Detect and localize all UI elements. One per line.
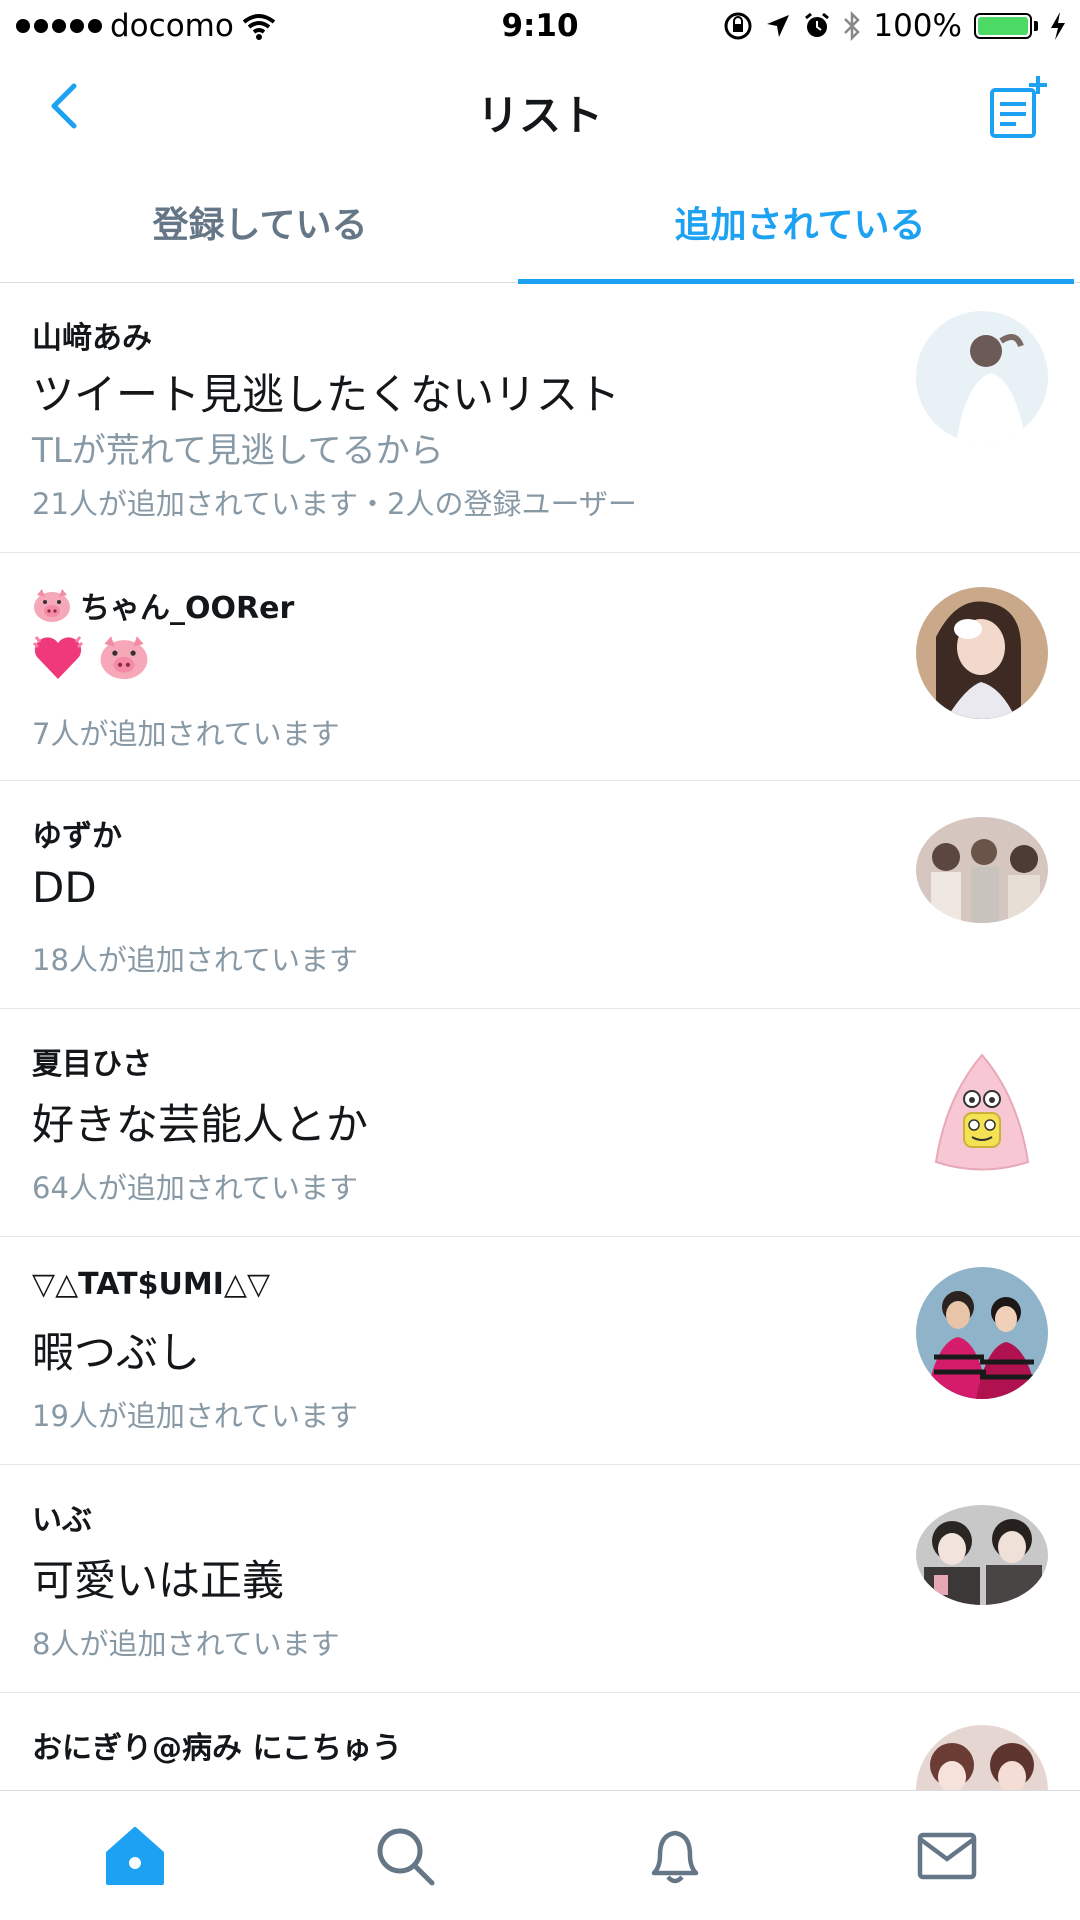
rotation-lock-icon: [724, 12, 752, 40]
pig-face-emoji-icon: [100, 636, 148, 680]
messages-icon: [917, 1832, 977, 1880]
list-owner: 夏目ひさ: [32, 1047, 152, 1082]
bottom-tab-bar: [0, 1790, 1080, 1920]
tab-search[interactable]: [370, 1821, 440, 1891]
screen: docomo 9:10 100% リスト 登録している 追加されている 山﨑あみ…: [0, 0, 1080, 1920]
tab-subscribed[interactable]: 登録している: [0, 170, 520, 282]
list-name: 暇つぶし: [32, 1328, 201, 1377]
avatar: [916, 1047, 1048, 1179]
list-item[interactable]: 山﨑あみ ツイート見逃したくないリスト TLが荒れて見逃してるから 21人が追加…: [0, 283, 1080, 553]
list-owner: ちゃん_OORer: [80, 591, 295, 626]
battery-icon: [974, 13, 1038, 39]
list-name: [32, 633, 150, 681]
list-item[interactable]: 夏目ひさ 好きな芸能人とか 64人が追加されています: [0, 1009, 1080, 1237]
create-list-button[interactable]: [982, 72, 1052, 142]
tab-member-of[interactable]: 追加されている: [520, 170, 1080, 282]
alarm-icon: [805, 12, 830, 37]
avatar: [916, 587, 1048, 719]
list-owner-row: ちゃん_OORer: [32, 583, 294, 627]
avatar: [916, 1267, 1048, 1399]
list-owner: おにぎり@病み にこちゅう: [32, 1731, 402, 1766]
list-owner: 山﨑あみ: [32, 321, 152, 356]
list-name: 可愛いは正義: [32, 1556, 285, 1605]
list-item[interactable]: いぶ 可愛いは正義 8人が追加されています: [0, 1465, 1080, 1693]
tab-notifications[interactable]: [640, 1821, 710, 1891]
list-name: DD: [32, 863, 97, 912]
list-owner: ゆずか: [32, 819, 122, 854]
location-icon: [767, 15, 790, 37]
status-bar: docomo 9:10 100%: [0, 0, 1080, 54]
list-item[interactable]: ▽△TAT$UMI△▽ 暇つぶし 19人が追加されています: [0, 1237, 1080, 1465]
avatar: [916, 817, 1048, 923]
search-icon: [377, 1828, 435, 1886]
list-meta: 19人が追加されています: [32, 1399, 359, 1433]
notifications-icon: [651, 1830, 699, 1884]
list-meta: 64人が追加されています: [32, 1171, 359, 1205]
list-name: 好きな芸能人とか: [32, 1100, 369, 1149]
new-list-icon: [990, 76, 1047, 138]
navigation-bar: リスト: [0, 54, 1080, 164]
avatar: [916, 311, 1048, 443]
tab-messages[interactable]: [912, 1821, 982, 1891]
page-title: リスト: [476, 91, 603, 140]
pig-face-emoji-icon: [34, 589, 70, 622]
lists-container: 山﨑あみ ツイート見逃したくないリスト TLが荒れて見逃してるから 21人が追加…: [0, 283, 1080, 1857]
list-meta: 21人が追加されています・2人の登録ユーザー: [32, 487, 637, 521]
list-meta: 7人が追加されています: [32, 717, 340, 751]
list-owner: いぶ: [32, 1503, 92, 1538]
list-description: TLが荒れて見逃してるから: [32, 431, 444, 471]
list-tabs: 登録している 追加されている: [0, 170, 1080, 284]
status-right: 100%: [723, 8, 1066, 44]
avatar: [916, 1505, 1048, 1605]
heart-emoji-icon: [32, 636, 84, 679]
bluetooth-icon: [844, 11, 861, 41]
charging-icon: [1051, 12, 1065, 40]
list-meta: 18人が追加されています: [32, 943, 359, 977]
list-name: ツイート見逃したくないリスト: [32, 370, 621, 419]
tab-home[interactable]: [100, 1821, 170, 1891]
list-owner: ▽△TAT$UMI△▽: [32, 1267, 271, 1302]
list-item[interactable]: ちゃん_OORer 7人が追加されています: [0, 553, 1080, 781]
home-icon: [106, 1827, 164, 1885]
battery-percent: 100%: [873, 8, 962, 44]
list-item[interactable]: ゆずか DD 18人が追加されています: [0, 781, 1080, 1009]
list-meta: 8人が追加されています: [32, 1627, 340, 1661]
